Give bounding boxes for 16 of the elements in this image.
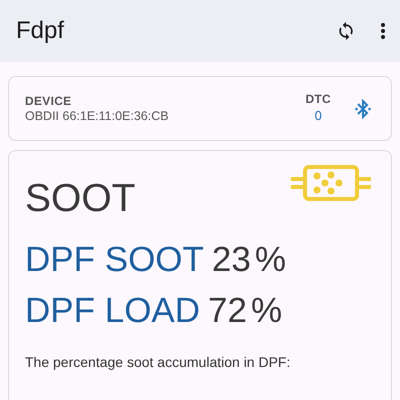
metric-label: DPF SOOT xyxy=(25,242,204,277)
device-label: DEVICE xyxy=(25,94,72,108)
bluetooth-icon[interactable] xyxy=(355,98,371,118)
metric-label: DPF LOAD xyxy=(25,293,200,328)
dtc-count: 0 xyxy=(314,106,323,125)
card-title: SOOT xyxy=(25,179,136,218)
description-text: The percentage soot accumulation in DPF: xyxy=(25,353,292,372)
unit-label: % xyxy=(254,242,286,277)
unit-label: % xyxy=(250,293,282,328)
more-options-icon[interactable] xyxy=(380,22,386,40)
dtc-label: DTC xyxy=(305,92,331,106)
metric-value: 72 xyxy=(208,293,247,328)
metric-value: 23 xyxy=(212,242,251,277)
device-name: OBDII 66:1E:11:0E:36:CB xyxy=(25,108,170,124)
app-title: Fdpf xyxy=(16,16,66,46)
particulate-filter-icon xyxy=(291,163,371,203)
